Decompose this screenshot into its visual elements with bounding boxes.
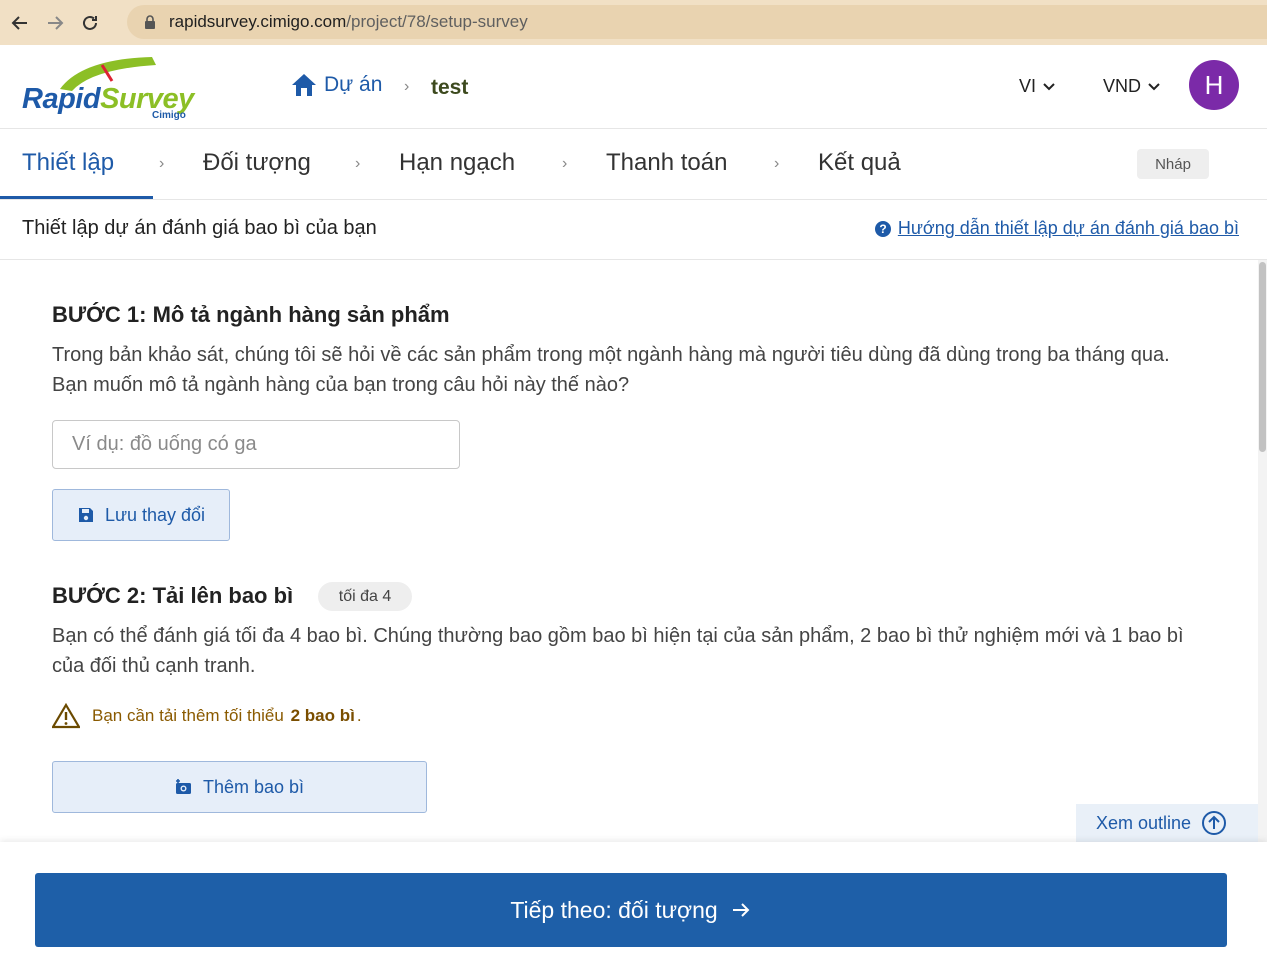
warning-suffix: . — [356, 706, 362, 725]
save-changes-button[interactable]: Lưu thay đổi — [52, 489, 230, 541]
upload-warning: Bạn cần tải thêm tối thiểu 2 bao bì. — [52, 703, 362, 729]
logo-sub-text: Cimigo — [152, 110, 186, 121]
step-tabs: Thiết lập › Đối tượng › Hạn ngạch › Than… — [0, 129, 1267, 200]
lock-icon — [145, 15, 155, 29]
status-badge: Nháp — [1137, 149, 1209, 179]
forward-button[interactable] — [40, 8, 70, 38]
step-chevron: › — [562, 155, 568, 172]
page-title: Thiết lập dự án đánh giá bao bì của bạn — [22, 217, 377, 239]
add-packaging-button[interactable]: Thêm bao bì — [52, 761, 427, 813]
logo-rapid-text: Rapid — [22, 83, 101, 115]
chevron-down-icon — [1043, 82, 1055, 90]
app-header: RapidSurvey Cimigo Dự án › test VI VND H — [0, 45, 1267, 129]
warning-count: 2 bao bì — [290, 706, 355, 725]
step1-description: Trong bản khảo sát, chúng tôi sẽ hỏi về … — [52, 344, 1170, 396]
tab-results[interactable]: Kết quả — [818, 149, 901, 177]
step-chevron: › — [159, 155, 165, 172]
step-chevron: › — [355, 155, 361, 172]
avatar[interactable]: H — [1189, 60, 1239, 110]
next-audience-button[interactable]: Tiếp theo: đối tượng — [35, 873, 1227, 947]
step2-heading: BƯỚC 2: Tải lên bao bì — [52, 583, 294, 608]
add-packaging-label: Thêm bao bì — [202, 776, 305, 797]
view-outline-button[interactable]: Xem outline — [1076, 804, 1258, 842]
next-button-label: Tiếp theo: đối tượng — [510, 896, 718, 923]
guide-link[interactable]: ? Hướng dẫn thiết lập dự án đánh giá bao… — [874, 218, 1239, 239]
guide-link-label: Hướng dẫn thiết lập dự án đánh giá bao b… — [897, 218, 1239, 238]
tab-setup[interactable]: Thiết lập — [22, 149, 114, 177]
breadcrumb-current: test — [431, 76, 469, 99]
browser-toolbar: rapidsurvey.cimigo.com/project/78/setup-… — [0, 0, 1267, 45]
save-changes-label: Lưu thay đổi — [104, 504, 206, 525]
tab-payment[interactable]: Thanh toán — [606, 149, 727, 177]
arrow-right-icon — [732, 903, 750, 917]
add-photo-icon — [175, 779, 191, 794]
chevron-down-icon — [1148, 82, 1160, 90]
scrollbar[interactable] — [1258, 260, 1267, 842]
tab-quota[interactable]: Hạn ngạch — [399, 149, 515, 177]
rapidsurvey-logo[interactable]: RapidSurvey Cimigo — [22, 55, 212, 121]
active-tab-indicator — [0, 196, 153, 199]
footer-bar: Tiếp theo: đối tượng — [0, 842, 1267, 973]
main-content: BƯỚC 1: Mô tả ngành hàng sản phẩm Trong … — [0, 260, 1258, 842]
page-subheader: Thiết lập dự án đánh giá bao bì của bạn … — [0, 200, 1267, 260]
arrow-left-icon — [11, 15, 27, 30]
tab-audience[interactable]: Đối tượng — [203, 149, 311, 177]
floppy-disk-icon — [78, 508, 93, 522]
svg-text:?: ? — [879, 222, 886, 236]
scrollbar-thumb[interactable] — [1259, 262, 1266, 452]
language-select[interactable]: VI — [1019, 76, 1056, 97]
home-icon — [292, 74, 316, 96]
breadcrumb-separator: › — [404, 78, 410, 95]
reload-button[interactable] — [75, 8, 105, 38]
reload-icon — [83, 15, 97, 30]
view-outline-label: Xem outline — [1096, 812, 1192, 833]
language-value: VI — [1019, 76, 1037, 96]
currency-value: VND — [1103, 76, 1142, 96]
back-button[interactable] — [5, 8, 35, 38]
step2-description: Bạn có thể đánh giá tối đa 4 bao bì. Chú… — [52, 625, 1184, 677]
url-host: rapidsurvey.cimigo.com — [169, 12, 347, 31]
arrow-up-circle-icon — [1202, 811, 1227, 835]
step1-heading: BƯỚC 1: Mô tả ngành hàng sản phẩm — [52, 302, 450, 327]
address-bar[interactable]: rapidsurvey.cimigo.com/project/78/setup-… — [127, 5, 1267, 39]
category-input[interactable] — [52, 420, 460, 469]
url-path: /project/78/setup-survey — [346, 12, 528, 31]
warning-triangle-icon — [52, 703, 80, 729]
warning-prefix: Bạn cần tải thêm tối thiểu — [92, 706, 284, 725]
step-chevron: › — [774, 155, 780, 172]
breadcrumb-home[interactable]: Dự án — [290, 72, 382, 98]
limit-badge: tối đa 4 — [318, 582, 412, 611]
currency-select[interactable]: VND — [1103, 76, 1161, 97]
question-circle-icon: ? — [874, 220, 891, 237]
arrow-right-icon — [48, 15, 64, 30]
breadcrumb-home-label: Dự án — [324, 73, 383, 96]
